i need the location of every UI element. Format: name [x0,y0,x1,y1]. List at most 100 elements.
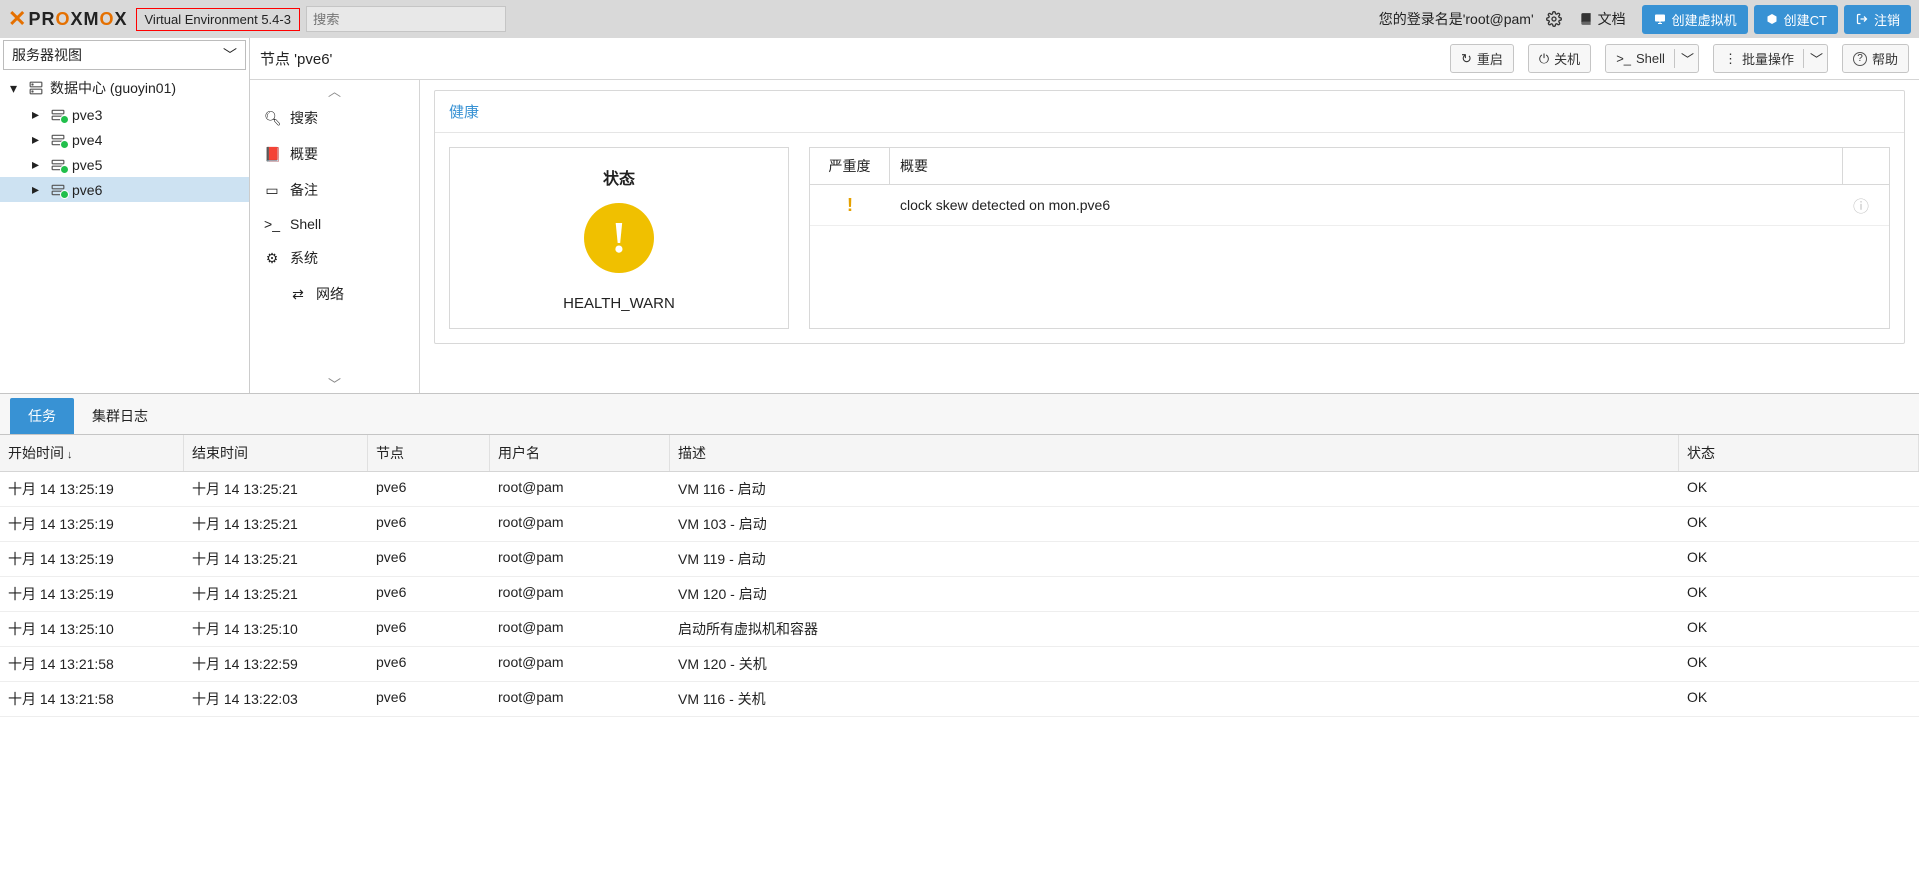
col-desc[interactable]: 描述 [670,435,1679,471]
logo[interactable]: ✕ PROXMOX [8,6,128,32]
health-warnings-table: 严重度 概要 !clock skew detected on mon.pve6ⓘ [809,147,1890,329]
caret-right-icon: ▸ [32,181,44,198]
tree-node-pve5[interactable]: ▸pve5 [0,152,249,177]
cell-desc: VM 119 - 启动 [670,542,1679,576]
logo-x-icon: ✕ [8,6,26,32]
task-row[interactable]: 十月 14 13:25:19十月 14 13:25:21pve6root@pam… [0,577,1919,612]
terminal-icon: >_ [264,216,280,232]
logo-text: PROXMOX [28,9,127,30]
server-icon [49,158,67,172]
cell-status: OK [1679,472,1919,506]
book-icon [1578,12,1594,26]
view-selector-label: 服务器视图 [12,45,82,65]
task-row[interactable]: 十月 14 13:21:58十月 14 13:22:01pve6root@pam… [0,717,1919,718]
cell-start: 十月 14 13:25:10 [0,612,184,646]
cell-user: root@pam [490,682,670,716]
nav-scroll-down[interactable]: ﹀ [250,373,419,393]
info-cell[interactable]: ⓘ [1843,185,1889,225]
cell-status: OK [1679,542,1919,576]
docs-link[interactable]: 文档 [1578,9,1626,29]
resource-tree-panel: 服务器视图 ﹀ ▾ 数据中心 (guoyin01) ▸pve3▸pve4▸pve… [0,38,250,393]
warning-row[interactable]: !clock skew detected on mon.pve6ⓘ [810,185,1889,226]
task-row[interactable]: 十月 14 13:25:19十月 14 13:25:21pve6root@pam… [0,507,1919,542]
col-status[interactable]: 状态 [1679,435,1919,471]
nav-summary[interactable]: 📕概要 [250,136,419,172]
task-row[interactable]: 十月 14 13:25:10十月 14 13:25:10pve6root@pam… [0,612,1919,647]
col-severity[interactable]: 严重度 [810,148,890,184]
server-stack-icon [27,81,45,95]
shell-button[interactable]: >_ Shell ﹀ [1605,44,1699,73]
chevron-down-icon[interactable]: ﹀ [1803,49,1823,68]
content-pane: 健康 状态 ! HEALTH_WARN 严重度 概要 [420,80,1919,393]
refresh-icon: ↻ [1461,51,1472,67]
status-online-icon [60,165,69,174]
gear-icon[interactable] [1542,7,1566,31]
tree-datacenter[interactable]: ▾ 数据中心 (guoyin01) [0,74,249,102]
cell-start: 十月 14 13:21:58 [0,717,184,718]
logout-button[interactable]: 注销 [1844,5,1911,34]
shutdown-button[interactable]: ⏻ 关机 [1528,44,1591,73]
help-icon: ? [1853,52,1867,66]
caret-right-icon: ▸ [32,131,44,148]
task-log-panel: 任务 集群日志 开始时间↓ 结束时间 节点 用户名 描述 状态 十月 14 13… [0,393,1919,718]
create-vm-button[interactable]: 创建虚拟机 [1642,5,1748,34]
health-status-value: HEALTH_WARN [563,295,675,312]
cell-start: 十月 14 13:25:19 [0,507,184,541]
task-row[interactable]: 十月 14 13:25:19十月 14 13:25:21pve6root@pam… [0,472,1919,507]
nav-shell[interactable]: >_Shell [250,208,419,240]
cell-status: OK [1679,647,1919,681]
tree-node-pve4[interactable]: ▸pve4 [0,127,249,152]
status-online-icon [60,115,69,124]
col-user[interactable]: 用户名 [490,435,670,471]
terminal-icon: >_ [1616,51,1631,66]
status-online-icon [60,140,69,149]
col-start-time[interactable]: 开始时间↓ [0,435,184,471]
create-ct-button[interactable]: 创建CT [1754,5,1838,34]
cell-desc: VM 116 - 启动 [670,472,1679,506]
chevron-down-icon[interactable]: ﹀ [1674,49,1694,68]
cell-node: pve6 [368,542,490,576]
health-status-box: 状态 ! HEALTH_WARN [449,147,789,329]
cell-start: 十月 14 13:25:19 [0,472,184,506]
cell-start: 十月 14 13:21:58 [0,647,184,681]
tree-node-pve6[interactable]: ▸pve6 [0,177,249,202]
col-summary[interactable]: 概要 [890,148,1843,184]
tab-tasks[interactable]: 任务 [10,398,74,434]
task-row[interactable]: 十月 14 13:21:58十月 14 13:22:59pve6root@pam… [0,647,1919,682]
cell-start: 十月 14 13:25:19 [0,577,184,611]
nav-notes[interactable]: ▭备注 [250,172,419,208]
health-panel: 健康 状态 ! HEALTH_WARN 严重度 概要 [434,90,1905,344]
cell-node: pve6 [368,507,490,541]
nav-scroll-up[interactable]: ︿ [250,80,419,100]
search-icon: 🔍︎ [264,110,280,127]
docs-label: 文档 [1598,9,1626,29]
task-row[interactable]: 十月 14 13:21:58十月 14 13:22:03pve6root@pam… [0,682,1919,717]
cell-desc: VM 119 - 关机 [670,717,1679,718]
nav-search[interactable]: 🔍︎搜索 [250,100,419,136]
nav-system[interactable]: ⚙系统 [250,240,419,276]
help-button[interactable]: ? 帮助 [1842,44,1909,73]
sort-desc-icon: ↓ [67,449,73,461]
version-label: Virtual Environment 5.4-3 [136,8,300,31]
restart-button[interactable]: ↻ 重启 [1450,44,1514,73]
status-heading: 状态 [603,165,635,189]
col-end-time[interactable]: 结束时间 [184,435,368,471]
cell-end: 十月 14 13:25:10 [184,612,368,646]
tree-node-pve3[interactable]: ▸pve3 [0,102,249,127]
cell-node: pve6 [368,612,490,646]
tab-cluster-log[interactable]: 集群日志 [74,398,166,434]
view-selector[interactable]: 服务器视图 ﹀ [3,40,246,70]
global-search-input[interactable] [306,6,506,32]
node-nav: ︿ 🔍︎搜索 📕概要 ▭备注 >_Shell ⚙系统 ⇄网络 ﹀ [250,80,420,393]
caret-down-icon: ▾ [10,80,22,97]
cell-node: pve6 [368,472,490,506]
status-online-icon [60,190,69,199]
node-header: 节点 'pve6' ↻ 重启 ⏻ 关机 >_ Shell ﹀ ⋮ 批量操作 [250,38,1919,80]
bulk-actions-button[interactable]: ⋮ 批量操作 ﹀ [1713,44,1828,73]
tree-node-label: pve3 [72,107,102,123]
server-icon [49,133,67,147]
col-node[interactable]: 节点 [368,435,490,471]
cell-node: pve6 [368,647,490,681]
task-row[interactable]: 十月 14 13:25:19十月 14 13:25:21pve6root@pam… [0,542,1919,577]
nav-network[interactable]: ⇄网络 [250,276,419,312]
